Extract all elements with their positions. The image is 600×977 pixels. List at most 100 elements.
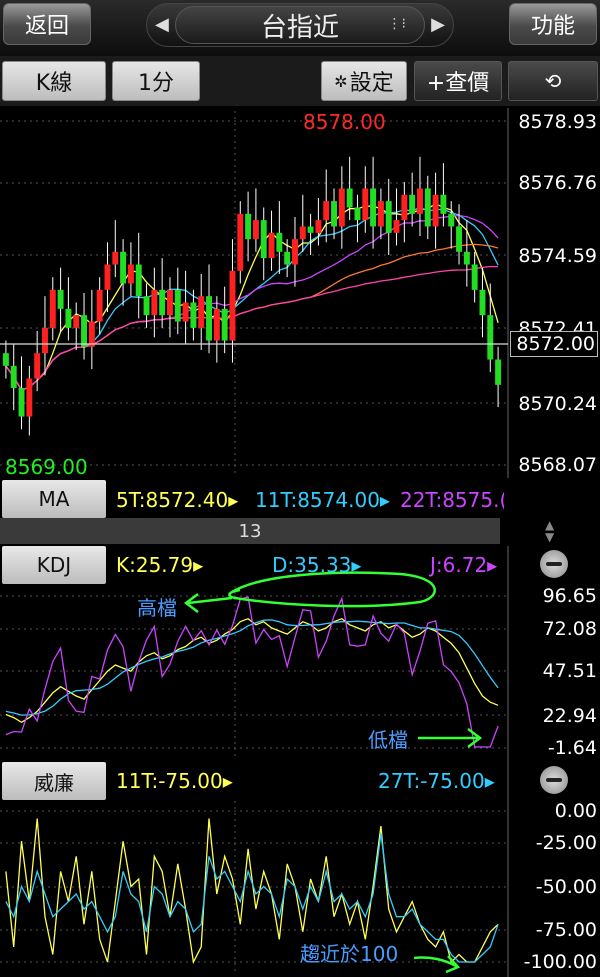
ma5-trend-icon: ▸ bbox=[228, 488, 239, 512]
wr27-trend-icon: ▸ bbox=[484, 769, 495, 793]
wr27-value: 27T:-75.00▸ bbox=[378, 769, 495, 793]
candle-body bbox=[42, 327, 48, 354]
williams-button[interactable]: 威廉 bbox=[2, 762, 106, 800]
candle-body bbox=[299, 226, 306, 240]
candle-body bbox=[135, 264, 142, 297]
ma11-value: 11T:8574.00▸ bbox=[255, 488, 390, 512]
kdj-j-value: J:6.72▸ bbox=[430, 553, 498, 577]
candle-body bbox=[268, 232, 275, 259]
candle-body bbox=[354, 207, 361, 221]
candle-body bbox=[393, 220, 400, 233]
wr-tick-3: -50.00 bbox=[535, 876, 597, 898]
candle-body bbox=[323, 201, 330, 221]
candle-body bbox=[49, 289, 56, 328]
candle-body bbox=[432, 194, 439, 227]
williams-collapse-button[interactable] bbox=[540, 766, 568, 794]
candle-body bbox=[221, 308, 228, 341]
candle-body bbox=[213, 308, 220, 341]
price-chart-area bbox=[0, 108, 508, 478]
candle-body bbox=[88, 321, 95, 347]
toward-100-annotation: 趨近於100 bbox=[300, 942, 399, 966]
candle-body bbox=[385, 201, 392, 233]
candle-body bbox=[479, 289, 486, 316]
wr11-trend-icon: ▸ bbox=[222, 769, 233, 793]
candle-body bbox=[104, 264, 111, 290]
kdj-d-value: D:35.33▸ bbox=[272, 553, 362, 577]
wr11-value: 11T:-75.00▸ bbox=[116, 769, 233, 793]
candle-body bbox=[276, 232, 283, 252]
candle-body bbox=[362, 188, 369, 221]
candle-body bbox=[229, 270, 236, 341]
candle-body bbox=[143, 296, 150, 316]
candle-body bbox=[377, 201, 384, 227]
high-zone-annotation: 高檔 bbox=[137, 596, 177, 620]
candle-body bbox=[284, 251, 291, 265]
price-tick-2: 8576.76 bbox=[518, 172, 597, 194]
divider-count: 13 bbox=[238, 520, 262, 542]
candle-body bbox=[252, 220, 259, 240]
candle-body bbox=[487, 315, 494, 360]
candle-body bbox=[417, 188, 423, 214]
candle-body bbox=[307, 226, 314, 233]
ma-button[interactable]: MA bbox=[2, 480, 106, 518]
price-tick-5: 8570.24 bbox=[518, 393, 597, 415]
candle-body bbox=[65, 308, 72, 328]
candle-body bbox=[2, 353, 9, 366]
ma11-trend-icon: ▸ bbox=[379, 488, 390, 512]
candle-body bbox=[424, 188, 431, 227]
candle-body bbox=[292, 239, 298, 265]
candle-body bbox=[159, 289, 166, 316]
low-price-label: 8569.00 bbox=[5, 455, 88, 479]
candle-body bbox=[440, 194, 447, 214]
candle-body bbox=[448, 213, 455, 227]
kdj-k-value: K:25.79▸ bbox=[116, 553, 204, 577]
candle-body bbox=[73, 315, 80, 328]
wr-tick-4: -75.00 bbox=[535, 919, 597, 941]
candle-body bbox=[26, 378, 33, 417]
candle-body bbox=[401, 194, 408, 221]
kdj-tick-3: 47.51 bbox=[542, 660, 597, 682]
candle-body bbox=[315, 220, 322, 233]
candle-body bbox=[34, 353, 41, 379]
candle-body bbox=[151, 289, 158, 316]
candle-body bbox=[331, 201, 337, 227]
candle-body bbox=[456, 226, 462, 252]
candle-body bbox=[370, 188, 377, 227]
price-tick-6: 8568.07 bbox=[518, 454, 597, 476]
candle-body bbox=[237, 213, 244, 271]
price-tick-1: 8578.93 bbox=[518, 111, 597, 133]
wr-tick-2: -25.00 bbox=[535, 832, 597, 854]
candle-body bbox=[495, 359, 502, 385]
kdj-tick-2: 72.08 bbox=[542, 618, 597, 640]
resize-handle-icon[interactable]: ▲ ▼ bbox=[545, 519, 554, 543]
current-price-tag: 8572.00 bbox=[510, 331, 598, 357]
kdj-tick-4: 22.94 bbox=[542, 705, 597, 727]
low-zone-annotation: 低檔 bbox=[368, 728, 408, 752]
candle-body bbox=[206, 296, 212, 341]
candle-body bbox=[127, 264, 134, 284]
price-tick-3: 8574.59 bbox=[518, 245, 597, 267]
candle-body bbox=[260, 220, 267, 259]
wr-tick-5: -100.00 bbox=[523, 951, 597, 973]
candle-body bbox=[182, 302, 189, 322]
kdj-chart-area bbox=[0, 584, 508, 756]
kdj-tick-5: -1.64 bbox=[547, 737, 597, 759]
candle-body bbox=[10, 365, 17, 389]
candle-body bbox=[463, 251, 470, 265]
candle-body bbox=[245, 213, 252, 240]
candle-body bbox=[409, 194, 416, 214]
candle-body bbox=[471, 264, 478, 290]
kdj-tick-1: 96.65 bbox=[542, 585, 597, 607]
wr-tick-1: 0.00 bbox=[554, 800, 597, 822]
high-price-label: 8578.00 bbox=[303, 110, 386, 134]
candle-body bbox=[167, 289, 173, 316]
candle-body bbox=[57, 289, 64, 309]
kdj-collapse-button[interactable] bbox=[540, 550, 568, 578]
candle-body bbox=[338, 188, 345, 227]
candle-body bbox=[18, 388, 25, 417]
kdj-button[interactable]: KDJ bbox=[2, 546, 106, 584]
candle-body bbox=[120, 251, 127, 284]
candle-body bbox=[112, 251, 119, 265]
candle-body bbox=[81, 315, 87, 347]
panel-divider[interactable]: 13 bbox=[0, 518, 500, 544]
